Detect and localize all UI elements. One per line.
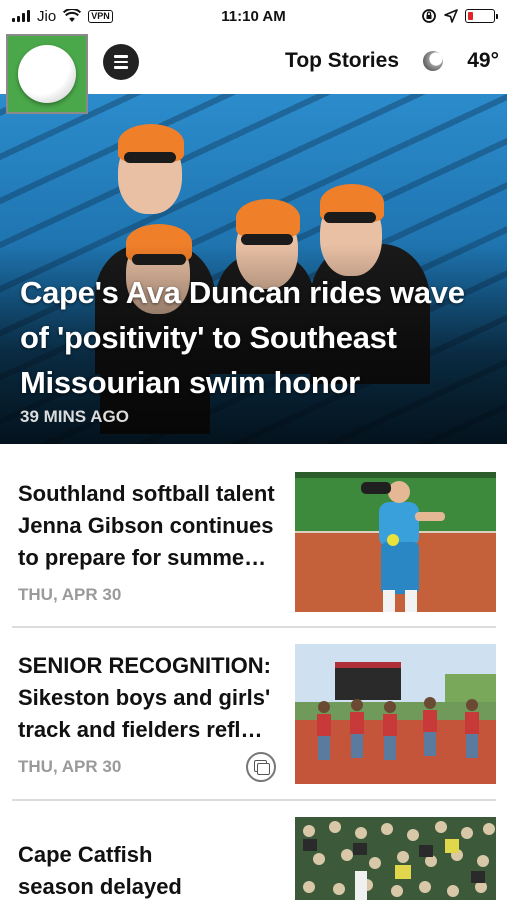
wifi-icon: [63, 9, 82, 22]
list-item[interactable]: Cape Catfish season delayed: [12, 815, 496, 900]
story-headline[interactable]: Cape Catfish season delayed: [18, 839, 218, 900]
location-arrow-icon: [444, 9, 458, 23]
hero-story[interactable]: Cape's Ava Duncan rides wave of 'positiv…: [0, 94, 507, 444]
status-left: Jio VPN: [12, 8, 113, 25]
section-title[interactable]: Top Stories: [285, 49, 399, 73]
track-team-photo[interactable]: [295, 644, 496, 784]
hero-timestamp: 39 MINS AGO: [20, 407, 129, 426]
vpn-badge: VPN: [88, 9, 113, 23]
gallery-icon: [246, 752, 276, 782]
menu-button[interactable]: [103, 44, 139, 80]
list-item[interactable]: SENIOR RECOGNITION: Sikeston boys and gi…: [12, 642, 496, 787]
list-item[interactable]: Southland softball talent Jenna Gibson c…: [12, 470, 496, 615]
signal-icon: [12, 10, 30, 22]
temperature-label[interactable]: 49°: [467, 49, 499, 73]
baseball-crowd-photo[interactable]: [295, 817, 496, 900]
app-logo-icon[interactable]: [6, 34, 88, 114]
story-date: THU, APR 30: [18, 757, 122, 776]
orientation-lock-icon: [422, 9, 436, 23]
status-right: [421, 8, 498, 24]
hero-headline[interactable]: Cape's Ava Duncan rides wave of 'positiv…: [20, 270, 489, 405]
story-date: THU, APR 30: [18, 585, 122, 604]
divider: [12, 799, 496, 801]
app-header: Top Stories 49°: [0, 32, 507, 114]
story-headline[interactable]: Southland softball talent Jenna Gibson c…: [18, 478, 288, 574]
story-headline[interactable]: SENIOR RECOGNITION: Sikeston boys and gi…: [18, 650, 288, 746]
battery-icon: [465, 9, 498, 23]
carrier-label: Jio: [37, 7, 57, 25]
softball-pitcher-photo[interactable]: [295, 472, 496, 612]
weather-icon[interactable]: [423, 51, 443, 71]
divider: [12, 626, 496, 628]
logo-ball: [18, 45, 76, 103]
status-bar: Jio VPN 11:10 AM: [0, 0, 507, 32]
